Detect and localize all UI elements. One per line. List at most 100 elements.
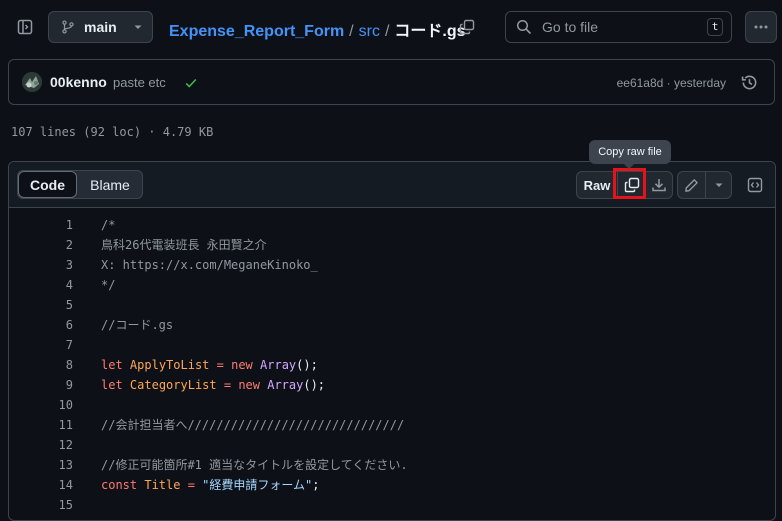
line-number[interactable]: 13 xyxy=(13,455,73,475)
line-number[interactable]: 8 xyxy=(13,355,73,375)
kebab-horizontal-icon xyxy=(754,25,768,29)
code-text: let ApplyToList = new Array(); xyxy=(101,355,318,375)
code-line: 5 xyxy=(9,295,775,315)
code-text: 鳥科26代電装班長 永田賢之介 xyxy=(101,238,267,252)
code-keyword: new xyxy=(231,358,253,372)
line-number[interactable]: 14 xyxy=(13,475,73,495)
commit-author[interactable]: 00kenno xyxy=(50,74,107,90)
breadcrumb-dir-link[interactable]: src xyxy=(359,23,380,41)
branch-icon xyxy=(62,20,74,34)
code-text: X: https://x.com/MeganeKinoko_ xyxy=(101,258,318,272)
breadcrumb: Expense_Report_Form / src / コード.gs xyxy=(169,17,466,41)
commit-sha-time[interactable]: ee61a8d · yesterday xyxy=(617,76,726,90)
tab-blame-label: Blame xyxy=(90,176,130,193)
code-line: 9 let CategoryList = new Array(); xyxy=(9,375,775,395)
search-icon xyxy=(516,19,532,35)
line-number[interactable]: 2 xyxy=(13,235,73,255)
branch-select-button[interactable]: main xyxy=(48,11,153,43)
code-line: 12 xyxy=(9,435,775,455)
code-punct: (); xyxy=(303,378,326,392)
search-shortcut-key: t xyxy=(707,18,723,36)
copy-icon xyxy=(459,19,475,35)
code-square-icon xyxy=(747,177,763,193)
line-number[interactable]: 11 xyxy=(13,415,73,435)
code-variable: ApplyToList xyxy=(129,358,210,372)
tab-code-label: Code xyxy=(30,176,65,193)
raw-button-label: Raw xyxy=(583,177,611,193)
sidebar-toggle-button[interactable] xyxy=(12,14,38,40)
chevron-down-icon xyxy=(134,25,142,29)
code-keyword: const xyxy=(101,478,138,492)
check-icon[interactable] xyxy=(184,76,198,90)
tab-blame[interactable]: Blame xyxy=(78,171,142,198)
line-number[interactable]: 15 xyxy=(13,495,73,515)
history-icon[interactable] xyxy=(741,74,758,91)
edit-file-button[interactable] xyxy=(677,171,706,199)
code-line: 8 let ApplyToList = new Array(); xyxy=(9,355,775,375)
code-text: //修正可能箇所#1 適当なタイトルを設定してください. xyxy=(101,458,408,472)
copy-path-button[interactable] xyxy=(455,15,479,39)
raw-button[interactable]: Raw xyxy=(576,171,618,199)
code-text: const Title = "経費申請フォーム"; xyxy=(101,475,320,495)
code-function: Array xyxy=(267,378,304,392)
breadcrumb-repo-link[interactable]: Expense_Report_Form xyxy=(169,23,344,41)
code-string: "経費申請フォーム" xyxy=(202,478,313,492)
edit-options-button[interactable] xyxy=(705,171,732,199)
code-keyword: let xyxy=(101,378,123,392)
code-line: 13 //修正可能箇所#1 適当なタイトルを設定してください. xyxy=(9,455,775,475)
more-options-button[interactable] xyxy=(745,11,777,43)
code-punct: (); xyxy=(296,358,318,372)
line-number[interactable]: 10 xyxy=(13,395,73,415)
pencil-icon xyxy=(685,178,698,192)
chevron-down-icon xyxy=(715,183,722,187)
download-icon xyxy=(652,179,666,192)
sidebar-expand-icon xyxy=(17,19,33,35)
code-keyword: let xyxy=(101,358,123,372)
code-line: 4 */ xyxy=(9,275,775,295)
line-number[interactable]: 6 xyxy=(13,315,73,335)
line-number[interactable]: 7 xyxy=(13,335,73,355)
view-segmented-control: Code Blame xyxy=(17,170,143,199)
code-variable: Title xyxy=(144,478,181,492)
line-number[interactable]: 9 xyxy=(13,375,73,395)
code-line: 1 /* xyxy=(9,215,775,235)
commit-message[interactable]: paste etc xyxy=(113,75,166,90)
file-info: 107 lines (92 loc) · 4.79 KB xyxy=(11,125,214,139)
line-number[interactable]: 12 xyxy=(13,435,73,455)
branch-name: main xyxy=(84,19,117,35)
symbols-panel-button[interactable] xyxy=(741,171,769,199)
search-placeholder: Go to file xyxy=(542,19,599,35)
code-text: */ xyxy=(101,278,116,292)
line-number[interactable]: 5 xyxy=(13,295,73,315)
code-body: 1 /* 2 鳥科26代電装班長 永田賢之介 3 X: https://x.com/M… xyxy=(9,215,775,520)
line-number[interactable]: 1 xyxy=(13,215,73,235)
tab-code[interactable]: Code xyxy=(18,171,77,198)
copy-raw-file-tooltip: Copy raw file xyxy=(589,140,671,164)
code-variable: CategoryList xyxy=(129,378,217,392)
line-number[interactable]: 4 xyxy=(13,275,73,295)
code-line: 14 const Title = "経費申請フォーム"; xyxy=(9,475,775,495)
tooltip-arrow xyxy=(623,163,635,169)
breadcrumb-separator: / xyxy=(384,23,390,40)
code-operator: = xyxy=(216,378,239,392)
breadcrumb-separator: / xyxy=(349,23,354,40)
tooltip-text: Copy raw file xyxy=(598,146,662,158)
code-function: Array xyxy=(260,358,297,372)
code-punct: ; xyxy=(312,478,320,492)
code-line: 6 //コード.gs xyxy=(9,315,775,335)
code-panel: Code Blame Raw 1 /* 2 鳥科26代電装班長 永田賢之介 3 … xyxy=(8,161,776,521)
code-keyword: new xyxy=(238,378,260,392)
code-text: let CategoryList = new Array(); xyxy=(101,375,325,395)
code-text: //コード.gs xyxy=(101,318,174,332)
download-raw-file-button[interactable] xyxy=(645,171,673,199)
code-line: 3 X: https://x.com/MeganeKinoko_ xyxy=(9,255,775,275)
latest-commit-box: 00kenno paste etc ee61a8d · yesterday xyxy=(8,59,775,105)
go-to-file-search[interactable]: Go to file t xyxy=(505,11,732,43)
author-avatar[interactable] xyxy=(22,72,42,92)
line-number[interactable]: 3 xyxy=(13,255,73,275)
code-line: 10 xyxy=(9,395,775,415)
code-text: /* xyxy=(101,218,116,232)
code-operator: = xyxy=(180,478,203,492)
code-line: 2 鳥科26代電装班長 永田賢之介 xyxy=(9,235,775,255)
highlight-box xyxy=(613,168,646,199)
